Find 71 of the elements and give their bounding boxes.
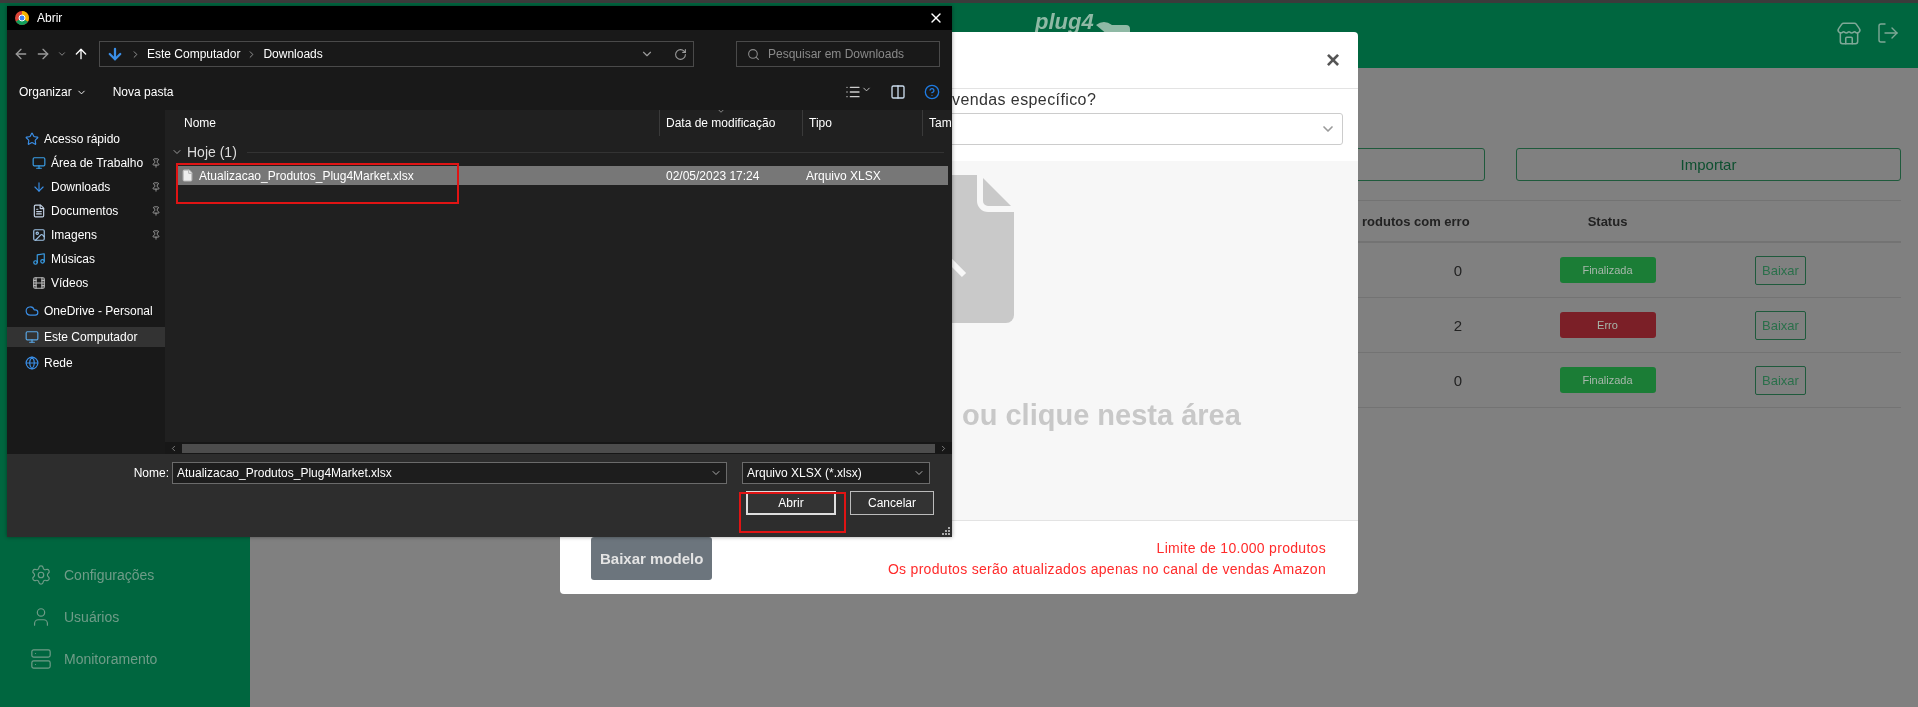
close-button[interactable]: × xyxy=(1322,46,1344,74)
app-icon xyxy=(15,11,29,25)
new-folder-button[interactable]: Nova pasta xyxy=(112,85,174,99)
film-icon xyxy=(32,276,46,290)
monitor-icon xyxy=(25,330,39,344)
nav-item[interactable]: OneDrive - Personal xyxy=(7,295,165,327)
column-header: rodutos com erro xyxy=(1362,201,1480,243)
warning-text: Limite de 10.000 produtos xyxy=(1156,540,1326,556)
server-icon xyxy=(30,648,52,670)
filename-field[interactable]: Atualizacao_Produtos_Plug4Market.xlsx xyxy=(172,462,727,484)
organize-menu[interactable]: Organizar xyxy=(19,85,87,99)
table-cell: 0 xyxy=(1453,261,1462,279)
table-cell: 2 xyxy=(1453,316,1462,334)
warning-text: Os produtos serão atualizados apenas no canal de vendas Amazon xyxy=(887,561,1326,577)
download-arrow-icon xyxy=(106,45,124,63)
nav-item[interactable]: Downloads xyxy=(7,175,165,199)
group-header: Hoje (1) xyxy=(187,144,237,160)
logo-text: plug4 xyxy=(1035,9,1094,35)
star-icon xyxy=(25,132,39,146)
nav-item[interactable]: Vídeos xyxy=(7,271,165,295)
cloud-icon xyxy=(25,304,39,318)
nav-item[interactable]: Acesso rápido xyxy=(7,127,165,151)
status-badge: Erro xyxy=(1559,312,1656,338)
scroll-left-icon[interactable] xyxy=(169,443,178,453)
column-header[interactable]: Data de modificação xyxy=(666,116,776,130)
resize-grip xyxy=(942,527,950,535)
monitor-icon xyxy=(32,156,46,170)
nav-item[interactable]: Documentos xyxy=(7,199,165,223)
table-cell: 0 xyxy=(1453,371,1462,389)
nav-item[interactable]: Área de Trabalho xyxy=(7,151,165,175)
refresh-icon[interactable] xyxy=(674,47,687,61)
forward-icon[interactable] xyxy=(35,46,51,62)
status-badge: Finalizada xyxy=(1559,257,1656,283)
store-icon[interactable] xyxy=(1836,21,1862,47)
address-bar[interactable]: Este Computador Downloads xyxy=(99,41,694,67)
music-note-icon xyxy=(32,252,46,266)
breadcrumb[interactable]: Downloads xyxy=(263,47,323,61)
column-header: Status xyxy=(1480,201,1735,243)
download-arrow-icon xyxy=(32,180,46,194)
view-list-icon[interactable] xyxy=(845,84,872,100)
scroll-right-icon[interactable] xyxy=(939,443,948,453)
column-header[interactable]: Nome xyxy=(184,116,216,130)
filename-label: Nome: xyxy=(132,466,169,480)
filetype-select[interactable]: Arquivo XLSX (*.xlsx) xyxy=(742,462,930,484)
nav-item[interactable]: Rede xyxy=(7,347,165,379)
column-header[interactable]: Tam xyxy=(929,116,952,130)
gear-icon xyxy=(30,564,52,586)
open-button[interactable]: Abrir xyxy=(746,491,836,515)
window-title: Abrir xyxy=(37,11,64,25)
nav-item[interactable]: Imagens xyxy=(7,223,165,247)
breadcrumb[interactable]: Este Computador xyxy=(147,47,241,61)
logout-icon[interactable] xyxy=(1876,21,1900,45)
column-header[interactable]: Tipo xyxy=(809,116,832,130)
search-field[interactable]: Pesquisar em Downloads xyxy=(736,41,940,67)
document-icon xyxy=(32,204,46,218)
chevron-down-icon[interactable] xyxy=(57,49,67,59)
cancel-button[interactable]: Cancelar xyxy=(850,491,934,515)
file-row[interactable]: Atualizacao_Produtos_Plug4Market.xlsx 02/05/2023 17:24 Arquivo XLSX xyxy=(177,166,948,185)
file-icon xyxy=(181,169,194,182)
help-icon[interactable] xyxy=(924,84,940,100)
image-icon xyxy=(32,228,46,242)
globe-icon xyxy=(25,356,39,370)
download-template-button[interactable]: Baixar modelo xyxy=(591,537,713,580)
nav-item[interactable]: Este Computador xyxy=(7,327,165,347)
back-icon[interactable] xyxy=(13,46,29,62)
question-label: vendas específico? xyxy=(952,91,1098,109)
preview-pane-icon[interactable] xyxy=(890,84,906,100)
status-badge: Finalizada xyxy=(1559,367,1656,393)
scrollbar-thumb[interactable] xyxy=(182,443,935,453)
search-icon xyxy=(747,47,760,61)
nav-item[interactable]: Músicas xyxy=(7,247,165,271)
